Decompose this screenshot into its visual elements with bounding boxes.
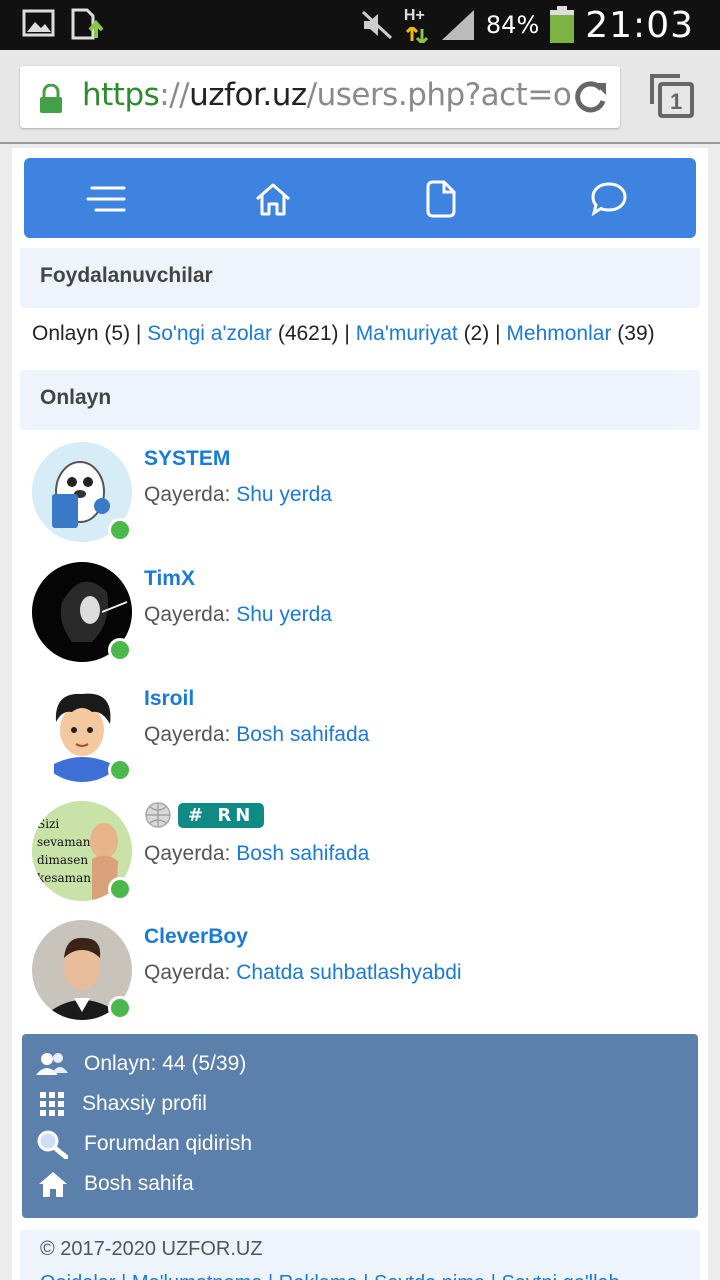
users-icon xyxy=(36,1053,68,1075)
online-status-dot xyxy=(108,758,132,782)
menu-item-search[interactable]: Forumdan qidirish xyxy=(36,1128,252,1160)
footer-links[interactable]: Qoidalar | Ma'lumotnoma | Reklama | Sayt… xyxy=(40,1272,620,1280)
location-link[interactable]: Shu yerda xyxy=(236,483,332,506)
reload-button[interactable] xyxy=(570,77,610,117)
grid-icon xyxy=(40,1092,64,1116)
globe-icon xyxy=(145,802,171,828)
network-indicator: H+ xyxy=(404,5,430,45)
user-location: Qayerda: Bosh sahifada xyxy=(144,723,370,746)
page-title: Foydalanuvchilar xyxy=(20,248,700,308)
home-icon[interactable] xyxy=(252,178,294,220)
lock-icon xyxy=(40,84,62,113)
list-item: Sizi sevaman dimasen kesaman # RN Qayerd… xyxy=(32,801,692,911)
user-location: Qayerda: Chatda suhbatlashyabdi xyxy=(144,961,462,984)
user-location: Qayerda: Bosh sahifada xyxy=(144,842,370,865)
reload-icon xyxy=(575,81,606,113)
search-icon xyxy=(37,1130,68,1159)
username-link[interactable]: # RN xyxy=(144,801,265,829)
list-item: Isroil Qayerda: Bosh sahifada xyxy=(32,682,692,792)
username-link[interactable]: CleverBoy xyxy=(144,925,248,949)
address-bar[interactable]: https://uzfor.uz/users.php?act=onli xyxy=(20,66,620,128)
battery-icon xyxy=(550,6,575,43)
tab-guests[interactable]: Mehmonlar (39) xyxy=(506,322,654,345)
user-location: Qayerda: Shu yerda xyxy=(144,483,332,506)
browser-toolbar: https://uzfor.uz/users.php?act=onli 1 xyxy=(0,50,720,144)
online-status-dot xyxy=(108,518,132,542)
username-badge: # RN xyxy=(178,802,265,828)
menu-item-profile[interactable]: Shaxsiy profil xyxy=(36,1088,207,1120)
location-link[interactable]: Bosh sahifada xyxy=(236,723,369,746)
footer-menu: Onlayn: 44 (5/39) Shaxsiy profil Forumda… xyxy=(22,1034,698,1218)
tab-new-members[interactable]: So'ngi a'zolar (4621) xyxy=(147,322,338,345)
mute-icon xyxy=(361,10,392,40)
chat-icon[interactable] xyxy=(588,178,630,220)
menu-item-online[interactable]: Onlayn: 44 (5/39) xyxy=(36,1048,246,1080)
list-item: CleverBoy Qayerda: Chatda suhbatlashyabd… xyxy=(32,920,692,1030)
copyright-text: © 2017-2020 UZFOR.UZ xyxy=(40,1238,263,1260)
document-icon[interactable] xyxy=(420,178,462,220)
username-link[interactable]: TimX xyxy=(144,567,195,591)
tab-admins[interactable]: Ma'muriyat (2) xyxy=(356,322,490,345)
image-icon xyxy=(22,9,55,37)
download-icon xyxy=(71,8,104,40)
user-location: Qayerda: Shu yerda xyxy=(144,603,332,626)
online-status-dot xyxy=(108,996,132,1020)
avatar-caption: Sizi sevaman dimasen kesaman xyxy=(37,817,91,885)
location-link[interactable]: Shu yerda xyxy=(236,603,332,626)
tab-count: 1 xyxy=(670,89,683,114)
menu-item-home[interactable]: Bosh sahifa xyxy=(36,1168,194,1200)
online-section-title: Onlayn xyxy=(20,370,700,430)
online-status-dot xyxy=(108,877,132,901)
location-link[interactable]: Chatda suhbatlashyabdi xyxy=(236,961,461,984)
battery-percent: 84% xyxy=(485,11,540,39)
location-link[interactable]: Bosh sahifada xyxy=(236,842,369,865)
url-text[interactable]: https://uzfor.uz/users.php?act=onli xyxy=(82,77,607,113)
tab-online[interactable]: Onlayn (5) xyxy=(32,322,130,345)
copyright-block: © 2017-2020 UZFOR.UZ Qoidalar | Ma'lumot… xyxy=(20,1230,700,1280)
top-nav xyxy=(24,158,696,238)
home-icon xyxy=(39,1172,67,1197)
page-content: Foydalanuvchilar Onlayn (5) | So'ngi a'z… xyxy=(12,148,708,1280)
user-filter-tabs: Onlayn (5) | So'ngi a'zolar (4621) | Ma'… xyxy=(32,322,655,345)
username-link[interactable]: SYSTEM xyxy=(144,447,230,471)
clock: 21:03 xyxy=(585,4,694,46)
online-status-dot xyxy=(108,638,132,662)
signal-icon xyxy=(441,10,474,40)
tab-switcher-button[interactable]: 1 xyxy=(650,74,694,125)
status-bar: H+ 84% 21:03 xyxy=(0,0,720,50)
list-item: SYSTEM Qayerda: Shu yerda xyxy=(32,442,692,552)
username-link[interactable]: Isroil xyxy=(144,687,194,711)
menu-icon[interactable] xyxy=(86,178,128,220)
list-item: TimX Qayerda: Shu yerda xyxy=(32,562,692,672)
